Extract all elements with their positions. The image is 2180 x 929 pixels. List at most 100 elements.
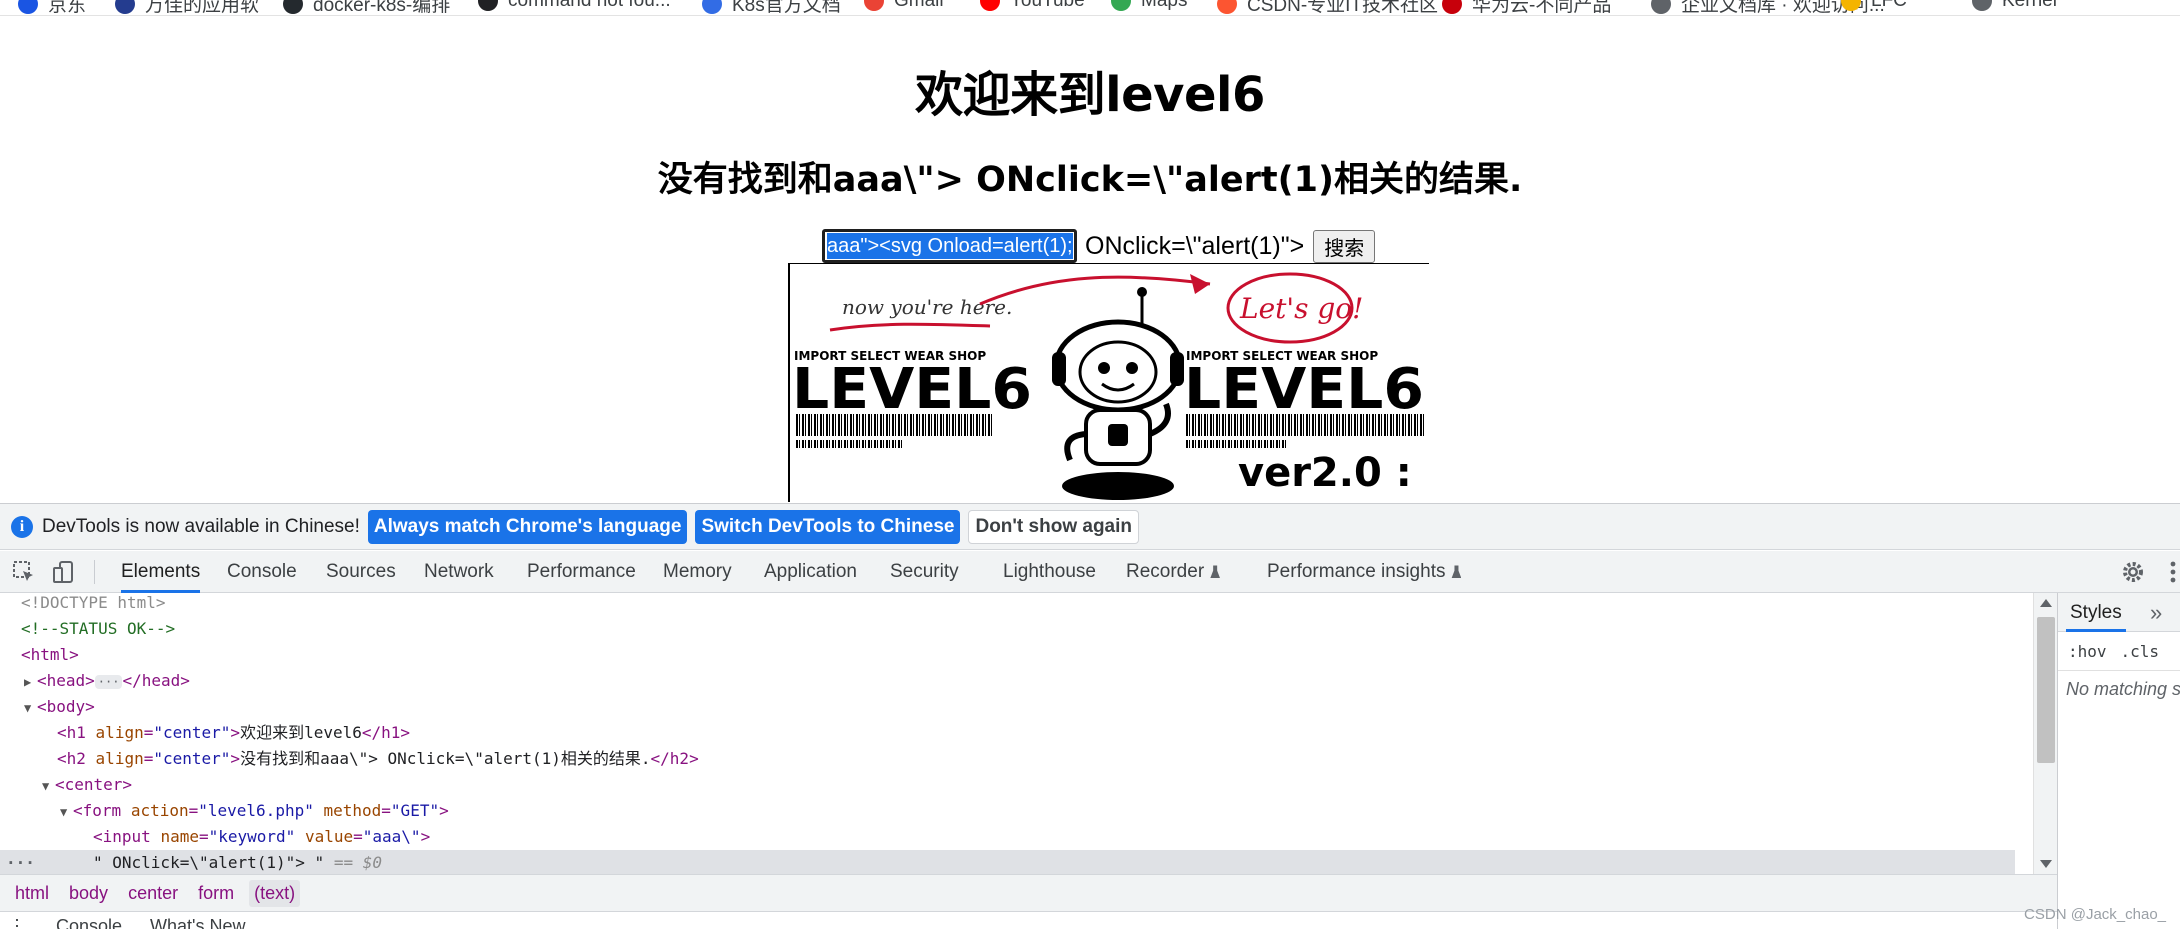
more-tabs-chevron-icon[interactable]: » bbox=[2150, 593, 2162, 632]
infobar-message: DevTools is now available in Chinese! bbox=[42, 515, 360, 537]
dom-html[interactable]: <html> bbox=[0, 642, 2015, 668]
bookmark-favicon-icon bbox=[864, 0, 884, 11]
bookmark-item[interactable]: command not fou... bbox=[478, 0, 671, 12]
bookmark-label: Maps bbox=[1141, 0, 1188, 11]
scroll-down-icon[interactable] bbox=[2040, 860, 2052, 868]
h1-close: </h1> bbox=[361, 723, 411, 742]
red-underline bbox=[829, 322, 991, 332]
collapse-triangle-icon[interactable]: ▼ bbox=[60, 799, 73, 825]
input-name-value: "keyword" bbox=[208, 827, 296, 846]
dom-form[interactable]: ▼ <form action="level6.php" method="GET"> bbox=[0, 798, 2015, 824]
dom-body[interactable]: ▼ <body> bbox=[0, 694, 2015, 720]
bookmark-item[interactable]: CSDN-专业IT技术社区 bbox=[1217, 0, 1439, 16]
breadcrumb-item[interactable]: center bbox=[123, 880, 183, 907]
tab-security[interactable]: Security bbox=[890, 551, 959, 593]
bookmark-item[interactable]: Gmail bbox=[864, 0, 944, 12]
handwriting-text: now you're here. bbox=[842, 295, 1012, 319]
tab-performance-insights-label: Performance insights bbox=[1267, 561, 1446, 582]
doctype-text: <!DOCTYPE html> bbox=[21, 593, 166, 612]
bookmark-item[interactable]: K8s官方文档 bbox=[702, 0, 841, 15]
dom-input[interactable]: <input name="keyword" value="aaa\"> bbox=[0, 824, 2015, 850]
version-text: ver2.0 : bbox=[1238, 450, 1412, 496]
drawer-tab-console[interactable]: Console bbox=[56, 916, 122, 929]
bookmark-item[interactable]: Maps bbox=[1111, 0, 1187, 12]
tab-elements[interactable]: Elements bbox=[121, 551, 201, 593]
tab-lighthouse[interactable]: Lighthouse bbox=[1003, 551, 1096, 593]
bookmark-item[interactable]: LFC bbox=[1841, 0, 1907, 12]
tab-memory[interactable]: Memory bbox=[663, 551, 732, 593]
bookmark-item[interactable]: 万佳的应用软 bbox=[115, 0, 260, 16]
tab-styles[interactable]: Styles bbox=[2066, 593, 2126, 632]
bookmark-label: CSDN-专业IT技术社区 bbox=[1247, 0, 1439, 16]
dom-center[interactable]: ▼ <center> bbox=[0, 772, 2015, 798]
level6-banner-image: now you're here. Let's go! IMPORT SELECT… bbox=[788, 264, 1429, 502]
breadcrumb-item[interactable]: form bbox=[193, 880, 239, 907]
collapsed-ellipsis-icon[interactable]: ··· bbox=[94, 674, 123, 689]
keyword-input[interactable]: aaa"><svg Onload=alert(1); bbox=[822, 229, 1077, 263]
dom-doctype[interactable]: <!DOCTYPE html> bbox=[0, 593, 2015, 616]
class-toggle[interactable]: .cls bbox=[2121, 642, 2160, 661]
h1-attr-value: "center" bbox=[153, 723, 231, 742]
dom-tree-scrollbar[interactable] bbox=[2033, 593, 2057, 874]
tab-application[interactable]: Application bbox=[764, 551, 857, 593]
lets-go-text: Let's go! bbox=[1239, 292, 1363, 325]
bookmark-favicon-icon bbox=[478, 0, 498, 11]
h1-attr: align bbox=[95, 723, 144, 742]
bookmark-favicon-icon bbox=[1442, 0, 1462, 14]
experimental-flask-icon bbox=[1210, 565, 1221, 579]
bookmark-item[interactable]: YouTube bbox=[980, 0, 1085, 12]
inspect-element-icon[interactable] bbox=[12, 560, 36, 584]
styles-tabbar: Styles » bbox=[2058, 593, 2180, 632]
search-button[interactable]: 搜索 bbox=[1313, 229, 1376, 263]
tab-network[interactable]: Network bbox=[424, 551, 494, 593]
dom-h1[interactable]: <h1 align="center">欢迎来到level6</h1> bbox=[0, 720, 2015, 746]
drawer-tab-whats-new[interactable]: What's New bbox=[150, 916, 245, 929]
bookmark-item[interactable]: 华为云-不同产品 bbox=[1442, 0, 1611, 15]
search-form: aaa"><svg Onload=alert(1); ONclick=\"ale… bbox=[822, 228, 1376, 264]
dom-comment[interactable]: <!--STATUS OK--> bbox=[0, 616, 2015, 642]
node-actions-dots-icon[interactable]: ··· bbox=[6, 850, 35, 874]
bookmark-label: 万佳的应用软 bbox=[145, 0, 260, 16]
settings-gear-icon[interactable] bbox=[2121, 560, 2145, 584]
tab-console[interactable]: Console bbox=[227, 551, 297, 593]
devtools-language-infobar: i DevTools is now available in Chinese! … bbox=[0, 504, 2180, 550]
drawer-menu-icon[interactable]: ⋮ bbox=[8, 916, 26, 929]
dom-selected-text-node[interactable]: ··· " ONclick=\"alert(1)"> " == $0 bbox=[0, 850, 2015, 874]
breadcrumb-item[interactable]: body bbox=[64, 880, 113, 907]
head-open-tag: <head> bbox=[37, 671, 95, 690]
breadcrumb-item[interactable]: html bbox=[10, 880, 54, 907]
more-options-icon[interactable] bbox=[2170, 560, 2176, 584]
body-open-tag: <body> bbox=[37, 697, 95, 716]
form-attr-method: method bbox=[323, 801, 382, 820]
scroll-thumb[interactable] bbox=[2037, 617, 2055, 763]
switch-to-chinese-button[interactable]: Switch DevTools to Chinese bbox=[695, 509, 961, 544]
robot-mascot bbox=[1052, 287, 1184, 500]
red-arrow bbox=[979, 275, 1211, 306]
hover-state-toggle[interactable]: :hov bbox=[2068, 642, 2107, 661]
scroll-up-icon[interactable] bbox=[2040, 599, 2052, 607]
breadcrumb-item[interactable]: (text) bbox=[249, 879, 301, 907]
tab-performance-insights[interactable]: Performance insights bbox=[1267, 551, 1462, 593]
tab-performance[interactable]: Performance bbox=[527, 551, 636, 593]
collapse-triangle-icon[interactable]: ▼ bbox=[42, 773, 55, 799]
tab-recorder[interactable]: Recorder bbox=[1126, 551, 1221, 593]
h2-attr-value: "center" bbox=[153, 749, 231, 768]
dom-breadcrumb: html body center form (text) bbox=[0, 874, 2057, 911]
always-match-language-button[interactable]: Always match Chrome's language bbox=[367, 509, 688, 544]
collapse-triangle-icon[interactable]: ▼ bbox=[24, 695, 37, 721]
bookmark-favicon-icon bbox=[1651, 0, 1671, 14]
bookmark-item[interactable]: Kernel bbox=[1972, 0, 2057, 12]
bookmarks-bar: 京东 万佳的应用软 docker-k8s-编排 command not fou... K… bbox=[0, 0, 2180, 16]
tab-sources[interactable]: Sources bbox=[326, 551, 396, 593]
expand-triangle-icon[interactable]: ▶ bbox=[24, 669, 37, 695]
bookmark-label: YouTube bbox=[1010, 0, 1085, 11]
bookmark-label: 京东 bbox=[48, 0, 87, 16]
dont-show-again-button[interactable]: Don't show again bbox=[968, 509, 1140, 544]
bookmark-item[interactable]: docker-k8s-编排 bbox=[283, 0, 450, 15]
bookmark-item[interactable]: 京东 bbox=[18, 0, 87, 16]
bookmark-favicon-icon bbox=[1972, 0, 1992, 11]
html-open-tag: <html> bbox=[21, 645, 79, 664]
dom-h2[interactable]: <h2 align="center">没有找到和aaa\"> ONclick=\… bbox=[0, 746, 2015, 772]
device-toolbar-icon[interactable] bbox=[52, 560, 76, 584]
dom-head[interactable]: ▶ <head> ··· </head> bbox=[0, 668, 2015, 694]
